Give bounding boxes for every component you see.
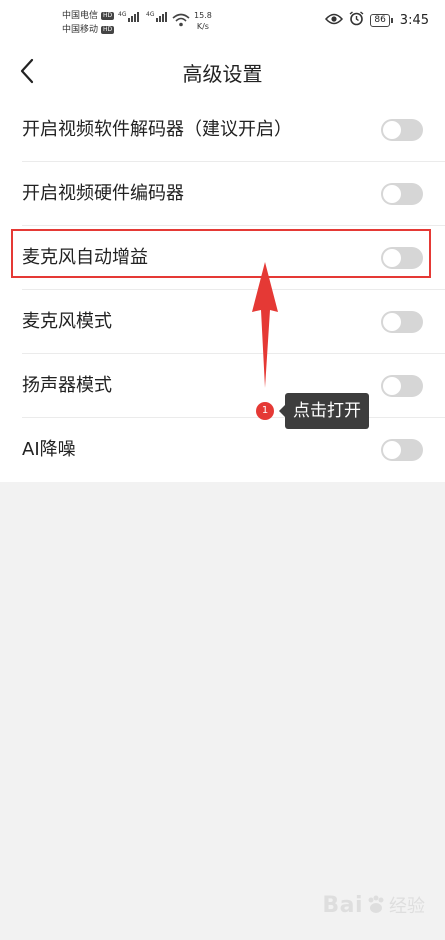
eye-icon xyxy=(325,13,344,29)
watermark-suffix: 经验 xyxy=(389,896,425,917)
watermark-logo: Bai 经验 xyxy=(322,892,425,918)
arrow-up-icon xyxy=(252,262,278,388)
toggle-switch[interactable] xyxy=(381,183,423,205)
wifi-icon xyxy=(172,12,190,31)
setting-label: 开启视频硬件编码器 xyxy=(22,183,184,204)
page-title: 高级设置 xyxy=(182,62,263,86)
toggle-switch[interactable] xyxy=(381,439,423,461)
toggle-switch[interactable] xyxy=(381,375,423,397)
clock-time: 3:45 xyxy=(399,13,429,28)
toggle-knob xyxy=(383,121,401,139)
toggle-knob xyxy=(383,377,401,395)
alarm-icon xyxy=(349,11,364,30)
toggle-knob xyxy=(383,313,401,331)
header: 高级设置 xyxy=(0,44,445,98)
status-right-group: 86 3:45 xyxy=(325,11,429,30)
setting-row-video-hardware-encoder[interactable]: 开启视频硬件编码器 xyxy=(0,162,445,226)
network-speed-value: 15.8 xyxy=(194,11,212,20)
carrier-info: 中国电信 HD 中国移动 HD xyxy=(62,9,115,37)
network-1-label: 4G xyxy=(118,11,127,18)
step-number-badge: 1 xyxy=(256,402,274,420)
signal-2-icon: 4G xyxy=(146,11,168,22)
setting-row-video-software-decoder[interactable]: 开启视频软件解码器（建议开启） xyxy=(0,98,445,162)
signal-1-icon: 4G xyxy=(118,11,140,22)
toggle-switch[interactable] xyxy=(381,119,423,141)
highlight-box xyxy=(11,229,431,278)
settings-list: 开启视频软件解码器（建议开启） 开启视频硬件编码器 麦克风自动增益 麦克风模式 … xyxy=(0,98,445,482)
hd-badge: HD xyxy=(101,26,115,34)
status-bar: 中国电信 HD 中国移动 HD 4G 4G 15.8 K/s 86 3:45 xyxy=(0,0,445,44)
setting-label: AI降噪 xyxy=(22,439,76,460)
battery-level: 86 xyxy=(370,14,394,27)
setting-label: 麦克风模式 xyxy=(22,311,112,332)
network-speed-unit: K/s xyxy=(196,22,209,31)
carrier-1-label: 中国电信 xyxy=(62,11,99,21)
setting-row-mic-mode[interactable]: 麦克风模式 xyxy=(0,290,445,354)
setting-label: 开启视频软件解码器（建议开启） xyxy=(22,119,292,140)
toggle-switch[interactable] xyxy=(381,311,423,333)
setting-row-speaker-mode[interactable]: 扬声器模式 xyxy=(0,354,445,418)
hd-badge: HD xyxy=(101,12,115,20)
network-2-label: 4G xyxy=(146,11,155,18)
tooltip: 点击打开 xyxy=(279,393,369,429)
toggle-knob xyxy=(383,441,401,459)
setting-label: 扬声器模式 xyxy=(22,375,112,396)
setting-row-ai-noise-reduction[interactable]: AI降噪 xyxy=(0,418,445,482)
network-speed: 15.8 K/s xyxy=(194,10,212,32)
watermark-brand: Bai xyxy=(322,892,363,918)
toggle-knob xyxy=(383,185,401,203)
carrier-2-label: 中国移动 xyxy=(62,25,99,35)
paw-icon xyxy=(368,895,384,913)
